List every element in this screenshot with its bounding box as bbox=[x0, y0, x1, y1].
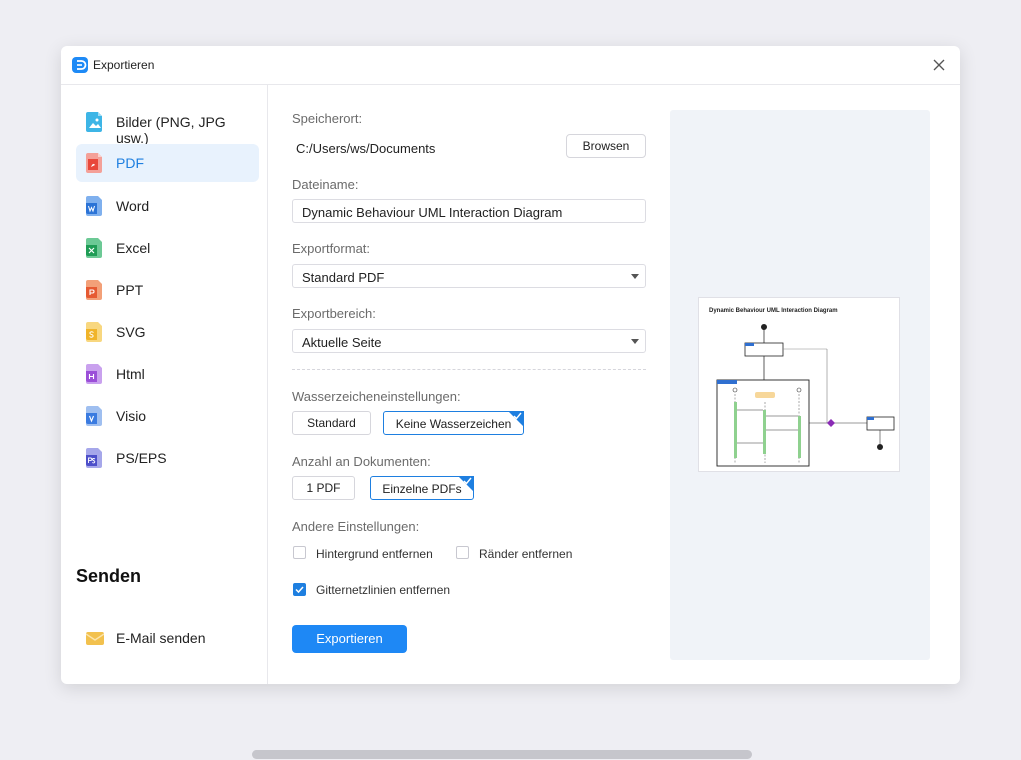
remove-background-label: Hintergrund entfernen bbox=[316, 547, 433, 561]
watermark-label: Wasserzeicheneinstellungen: bbox=[292, 389, 461, 404]
watermark-option-standard[interactable]: Standard bbox=[292, 411, 371, 435]
sidebar-item-ppt[interactable]: PPT bbox=[76, 271, 259, 309]
remove-gridlines-label: Gitternetzlinien entfernen bbox=[316, 583, 451, 597]
ps-icon bbox=[86, 448, 102, 468]
doc-count-option-separate[interactable]: Einzelne PDFs bbox=[370, 476, 474, 500]
range-select[interactable]: Aktuelle Seite bbox=[292, 329, 646, 353]
ppt-icon bbox=[86, 280, 102, 300]
sidebar-item-label: PDF bbox=[116, 155, 144, 171]
sidebar-item-label: Visio bbox=[116, 408, 147, 424]
image-icon bbox=[86, 112, 102, 132]
filename-input[interactable]: Dynamic Behaviour UML Interaction Diagra… bbox=[292, 199, 646, 223]
filename-value: Dynamic Behaviour UML Interaction Diagra… bbox=[302, 205, 563, 220]
sidebar-item-excel[interactable]: Excel bbox=[76, 229, 259, 267]
pdf-icon bbox=[86, 153, 102, 173]
doc-count-label: Anzahl an Dokumenten: bbox=[292, 454, 431, 469]
export-dialog: Exportieren Bilder (PNG, JPG usw.) PDF W… bbox=[61, 46, 960, 684]
diagram-thumbnail bbox=[716, 324, 895, 467]
sidebar-item-visio[interactable]: Visio bbox=[76, 397, 259, 435]
sidebar-item-pdf[interactable]: PDF bbox=[76, 144, 259, 182]
remove-gridlines-checkbox[interactable] bbox=[293, 583, 306, 596]
remove-margins-checkbox[interactable] bbox=[456, 546, 469, 559]
location-label: Speicherort: bbox=[292, 111, 363, 126]
filename-label: Dateiname: bbox=[292, 177, 359, 192]
visio-icon bbox=[86, 406, 102, 426]
sidebar-item-label: E-Mail senden bbox=[116, 630, 206, 646]
app-logo-icon bbox=[72, 57, 88, 73]
title-bar: Exportieren bbox=[61, 46, 960, 85]
checkmark-icon bbox=[513, 412, 522, 420]
other-settings-label: Andere Einstellungen: bbox=[292, 519, 420, 534]
diagram-preview: Dynamic Behaviour UML Interaction Diagra… bbox=[698, 297, 900, 472]
export-button[interactable]: Exportieren bbox=[292, 625, 407, 653]
preview-panel: Dynamic Behaviour UML Interaction Diagra… bbox=[670, 110, 930, 660]
range-label: Exportbereich: bbox=[292, 306, 376, 321]
watermark-option-label: Keine Wasserzeichen bbox=[395, 417, 512, 431]
sidebar-item-images[interactable]: Bilder (PNG, JPG usw.) bbox=[76, 103, 259, 146]
sidebar-item-email[interactable]: E-Mail senden bbox=[76, 619, 259, 657]
sidebar-item-html[interactable]: Html bbox=[76, 355, 259, 393]
horizontal-scrollbar[interactable] bbox=[252, 750, 752, 759]
range-value: Aktuelle Seite bbox=[302, 335, 382, 350]
remove-background-checkbox[interactable] bbox=[293, 546, 306, 559]
checkmark-icon bbox=[463, 477, 472, 485]
sidebar-item-label: Excel bbox=[116, 240, 151, 256]
chevron-down-icon bbox=[631, 274, 639, 279]
format-select[interactable]: Standard PDF bbox=[292, 264, 646, 288]
section-divider bbox=[292, 369, 646, 370]
browse-button[interactable]: Browsen bbox=[566, 134, 646, 158]
format-value: Standard PDF bbox=[302, 270, 385, 285]
format-sidebar: Bilder (PNG, JPG usw.) PDF Word Excel PP… bbox=[61, 85, 268, 684]
dialog-title: Exportieren bbox=[93, 58, 155, 72]
chevron-down-icon bbox=[631, 339, 639, 344]
location-path: C:/Users/ws/Documents bbox=[296, 141, 436, 156]
sidebar-item-label: PPT bbox=[116, 282, 144, 298]
excel-icon bbox=[86, 238, 102, 258]
checkmark-icon bbox=[295, 586, 304, 594]
watermark-option-none[interactable]: Keine Wasserzeichen bbox=[383, 411, 524, 435]
sidebar-item-label: SVG bbox=[116, 324, 146, 340]
format-label: Exportformat: bbox=[292, 241, 371, 256]
mail-icon bbox=[86, 632, 104, 645]
sidebar-item-label: Word bbox=[116, 198, 150, 214]
sidebar-item-svg[interactable]: SVG bbox=[76, 313, 259, 351]
sidebar-item-label: PS/EPS bbox=[116, 450, 167, 466]
sidebar-item-word[interactable]: Word bbox=[76, 187, 259, 225]
send-section-title: Senden bbox=[76, 566, 142, 586]
html-icon bbox=[86, 364, 102, 384]
sidebar-item-label: Html bbox=[116, 366, 145, 382]
word-icon bbox=[86, 196, 102, 216]
close-icon[interactable] bbox=[931, 57, 947, 73]
doc-count-option-single[interactable]: 1 PDF bbox=[292, 476, 355, 500]
sidebar-item-label: Bilder (PNG, JPG usw.) bbox=[116, 114, 226, 146]
sidebar-item-ps-eps[interactable]: PS/EPS bbox=[76, 439, 259, 477]
remove-margins-label: Ränder entfernen bbox=[479, 547, 573, 561]
svg-icon bbox=[86, 322, 102, 342]
